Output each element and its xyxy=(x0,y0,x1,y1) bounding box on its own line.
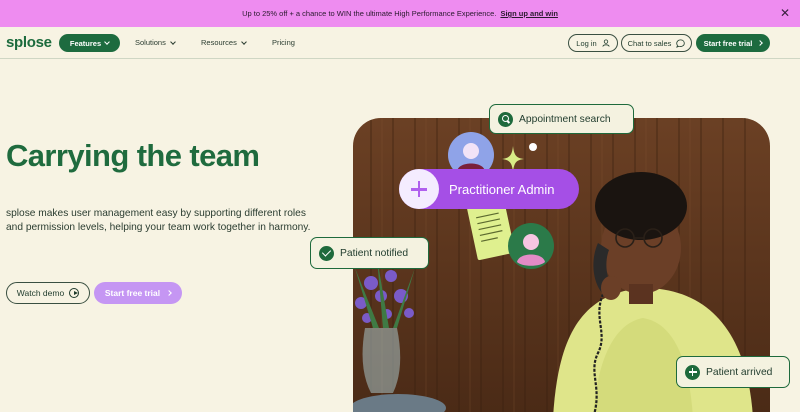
hero-description: splose makes user management easy by sup… xyxy=(6,208,311,233)
nav-features-label: Features xyxy=(69,38,102,48)
promo-banner: Up to 25% off + a chance to WIN the ulti… xyxy=(0,0,800,27)
nav-solutions-label: Solutions xyxy=(135,38,166,47)
watch-demo-button[interactable]: Watch demo xyxy=(6,282,90,304)
patient-notified-chip: Patient notified xyxy=(310,237,429,269)
check-icon xyxy=(319,245,334,261)
nav-pricing-label: Pricing xyxy=(272,38,295,47)
appointment-search-chip: Appointment search xyxy=(489,104,634,134)
promo-link[interactable]: Sign up and win xyxy=(500,9,558,18)
chevron-down-icon xyxy=(241,38,247,45)
start-trial-nav-button[interactable]: Start free trial xyxy=(696,34,770,52)
nav-features-button[interactable]: Features xyxy=(59,34,120,52)
patient-arrived-chip: Patient arrived xyxy=(676,356,790,388)
chat-label: Chat to sales xyxy=(627,38,672,48)
promo-text: Up to 25% off + a chance to WIN the ulti… xyxy=(242,9,497,18)
top-nav: splose Features Solutions Resources Pric… xyxy=(0,27,800,59)
play-icon xyxy=(69,288,80,298)
start-trial-hero-button[interactable]: Start free trial xyxy=(94,282,182,304)
chat-bubble-icon xyxy=(676,38,686,48)
arrow-right-icon xyxy=(757,40,764,46)
nav-pricing[interactable]: Pricing xyxy=(272,38,295,47)
start-trial-nav-label: Start free trial xyxy=(703,38,753,48)
nav-resources-label: Resources xyxy=(201,38,237,47)
user-icon xyxy=(602,39,610,47)
watch-demo-label: Watch demo xyxy=(16,288,65,298)
logo[interactable]: splose xyxy=(6,34,52,51)
chevron-down-icon xyxy=(104,39,110,45)
search-icon xyxy=(498,111,513,127)
arrow-right-icon xyxy=(166,290,172,296)
notified-label: Patient notified xyxy=(340,247,409,259)
plus-icon xyxy=(685,364,700,380)
dot-icon xyxy=(529,143,537,151)
login-label: Log in xyxy=(576,38,597,48)
patient-avatar-icon xyxy=(508,223,554,269)
close-icon[interactable]: ✕ xyxy=(778,6,792,20)
plus-icon xyxy=(399,169,439,209)
practitioner-label: Practitioner Admin xyxy=(449,181,555,197)
nav-solutions[interactable]: Solutions xyxy=(135,38,176,47)
hero-title: Carrying the team xyxy=(6,138,260,173)
practitioner-admin-badge: Practitioner Admin xyxy=(399,169,579,209)
start-trial-hero-label: Start free trial xyxy=(104,288,161,298)
login-button[interactable]: Log in xyxy=(568,34,618,52)
chat-to-sales-button[interactable]: Chat to sales xyxy=(621,34,692,52)
arrived-label: Patient arrived xyxy=(706,366,773,378)
appointment-label: Appointment search xyxy=(519,113,611,125)
nav-resources[interactable]: Resources xyxy=(201,38,247,47)
chevron-down-icon xyxy=(170,38,176,45)
